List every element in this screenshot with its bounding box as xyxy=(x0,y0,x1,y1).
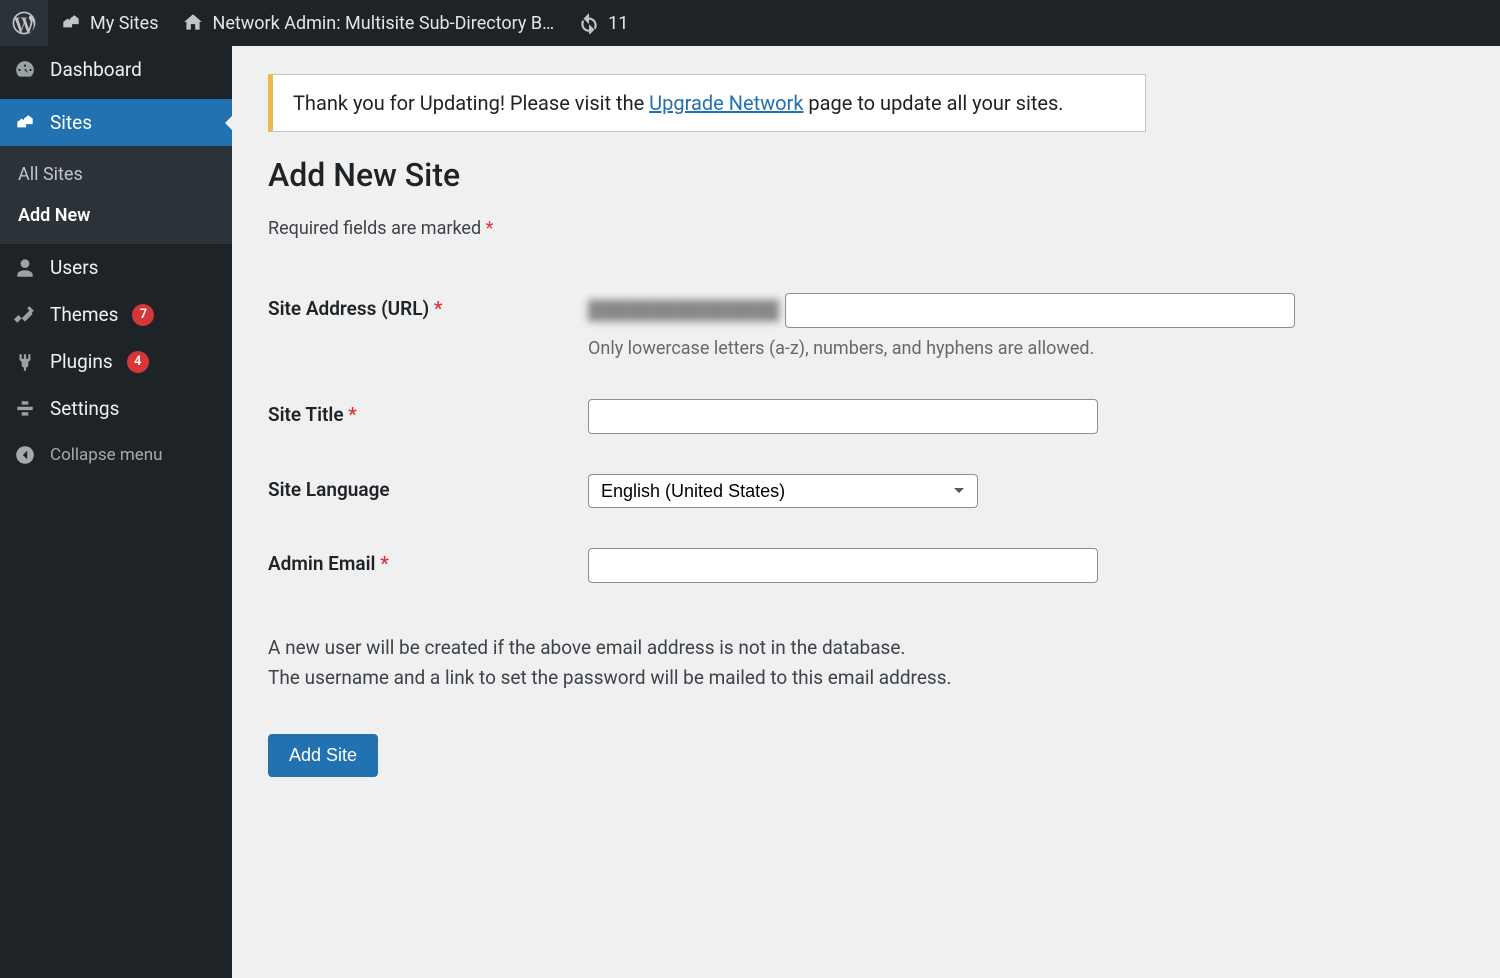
network-admin-item[interactable]: Network Admin: Multisite Sub-Directory B… xyxy=(170,0,566,46)
required-note-text: Required fields are marked xyxy=(268,218,486,239)
collapse-icon xyxy=(14,444,36,466)
admin-email-label: Admin Email xyxy=(268,552,380,575)
plugins-badge: 4 xyxy=(127,351,149,373)
site-address-input[interactable] xyxy=(785,293,1295,328)
sidebar-item-label: Themes xyxy=(50,303,118,326)
plugins-icon xyxy=(14,351,36,373)
themes-badge: 7 xyxy=(132,304,154,326)
network-admin-label: Network Admin: Multisite Sub-Directory B… xyxy=(212,13,554,34)
site-title-input[interactable] xyxy=(588,399,1098,434)
upgrade-notice: Thank you for Updating! Please visit the… xyxy=(268,74,1146,132)
site-title-label: Site Title xyxy=(268,403,348,426)
admin-email-input[interactable] xyxy=(588,548,1098,583)
sidebar-item-label: Users xyxy=(50,256,98,279)
sidebar-item-label: Plugins xyxy=(50,350,113,373)
site-address-label-cell: Site Address (URL) * xyxy=(268,273,588,379)
site-address-label: Site Address (URL) xyxy=(268,297,434,320)
site-address-description: Only lowercase letters (a-z), numbers, a… xyxy=(588,338,1462,359)
required-asterisk: * xyxy=(348,403,357,426)
admin-email-help: A new user will be created if the above … xyxy=(268,633,1472,694)
sidebar-item-dashboard[interactable]: Dashboard xyxy=(0,46,232,93)
add-site-button[interactable]: Add Site xyxy=(268,734,378,777)
sidebar-collapse-label: Collapse menu xyxy=(50,445,163,465)
help-line-2: The username and a link to set the passw… xyxy=(268,666,952,689)
required-fields-note: Required fields are marked * xyxy=(268,218,1472,239)
main-content: Thank you for Updating! Please visit the… xyxy=(232,46,1500,817)
site-language-label: Site Language xyxy=(268,478,390,501)
admin-sidebar: Dashboard Sites All Sites Add New Users … xyxy=(0,46,232,978)
site-language-select[interactable]: English (United States) xyxy=(588,474,978,508)
updates-item[interactable]: 11 xyxy=(566,0,640,46)
site-address-prefix: ███████████████ xyxy=(588,300,785,321)
help-line-1: A new user will be created if the above … xyxy=(268,636,905,659)
updates-count: 11 xyxy=(608,13,628,34)
required-asterisk: * xyxy=(380,552,389,575)
admin-email-label-cell: Admin Email * xyxy=(268,528,588,603)
home-icon xyxy=(182,12,204,34)
sidebar-item-label: Settings xyxy=(50,397,119,420)
add-site-form: Site Address (URL) * ███████████████ Onl… xyxy=(268,273,1472,603)
required-asterisk: * xyxy=(486,218,494,239)
sidebar-item-label: Sites xyxy=(50,111,92,134)
main-body: Thank you for Updating! Please visit the… xyxy=(232,0,1500,817)
houses-icon xyxy=(60,12,82,34)
my-sites-label: My Sites xyxy=(90,13,158,34)
submenu-label: Add New xyxy=(18,205,90,226)
admin-toolbar: My Sites Network Admin: Multisite Sub-Di… xyxy=(0,0,1500,46)
settings-icon xyxy=(14,398,36,420)
sidebar-item-label: Dashboard xyxy=(50,58,142,81)
required-asterisk: * xyxy=(434,297,443,320)
themes-icon xyxy=(14,304,36,326)
upgrade-network-link[interactable]: Upgrade Network xyxy=(649,91,803,115)
sidebar-subitem-add-new[interactable]: Add New xyxy=(0,195,232,236)
site-language-label-cell: Site Language xyxy=(268,454,588,528)
notice-text-before: Thank you for Updating! Please visit the xyxy=(293,91,649,115)
sidebar-item-settings[interactable]: Settings xyxy=(0,385,232,432)
wordpress-logo-item[interactable] xyxy=(0,0,48,46)
update-icon xyxy=(578,12,600,34)
sidebar-item-users[interactable]: Users xyxy=(0,244,232,291)
sites-icon xyxy=(14,112,36,134)
sidebar-collapse[interactable]: Collapse menu xyxy=(0,432,232,478)
notice-text-after: page to update all your sites. xyxy=(803,91,1063,115)
submenu-label: All Sites xyxy=(18,164,83,185)
users-icon xyxy=(14,257,36,279)
sidebar-item-sites[interactable]: Sites xyxy=(0,99,232,146)
wordpress-logo-icon xyxy=(12,11,36,35)
dashboard-icon xyxy=(14,59,36,81)
site-title-label-cell: Site Title * xyxy=(268,379,588,454)
my-sites-item[interactable]: My Sites xyxy=(48,0,170,46)
page-title: Add New Site xyxy=(268,156,1472,194)
sidebar-item-themes[interactable]: Themes 7 xyxy=(0,291,232,338)
sidebar-item-plugins[interactable]: Plugins 4 xyxy=(0,338,232,385)
sidebar-subitem-all-sites[interactable]: All Sites xyxy=(0,154,232,195)
sidebar-submenu-sites: All Sites Add New xyxy=(0,146,232,244)
